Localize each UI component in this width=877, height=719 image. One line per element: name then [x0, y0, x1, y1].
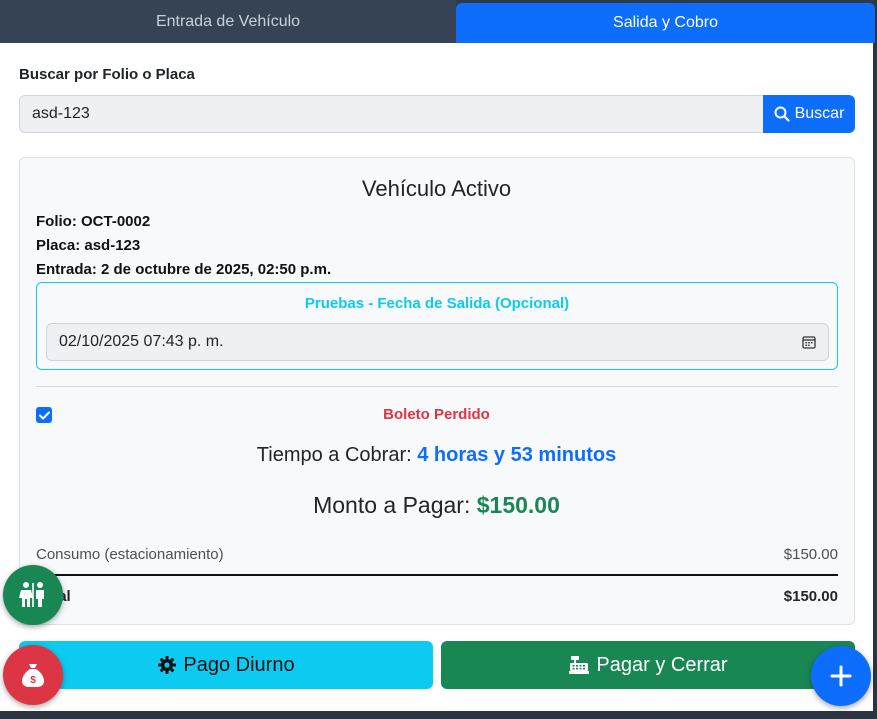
- app-window: Entrada de Vehículo Salida y Cobro Busca…: [0, 0, 875, 711]
- gear-icon: [158, 656, 177, 674]
- total-row: Total $150.00: [36, 588, 838, 605]
- search-button[interactable]: Buscar: [763, 95, 855, 133]
- time-to-charge: Tiempo a Cobrar: 4 horas y 53 minutos: [0, 444, 873, 467]
- total-value: $150.00: [783, 588, 838, 605]
- test-exit-date-box: Pruebas - Fecha de Salida (Opcional) 02/…: [36, 282, 838, 370]
- time-label: Tiempo a Cobrar:: [256, 444, 412, 466]
- amount-value: $150.00: [476, 492, 560, 518]
- total-separator: [36, 574, 838, 576]
- restroom-fab-button[interactable]: [3, 565, 63, 625]
- plus-icon: [830, 665, 852, 687]
- consumo-value: $150.00: [783, 546, 838, 563]
- money-fab-button[interactable]: $: [3, 645, 63, 705]
- vehicle-folio: Folio: OCT-0002: [36, 213, 151, 230]
- lost-ticket-label: Boleto Perdido: [383, 406, 490, 423]
- vehicle-title: Vehículo Activo: [361, 176, 512, 201]
- tab-entrada[interactable]: Entrada de Vehículo: [0, 0, 456, 43]
- exit-date-input[interactable]: 02/10/2025 07:43 p. m.: [46, 323, 829, 361]
- amount-label: Monto a Pagar:: [313, 492, 471, 518]
- add-fab-button[interactable]: [811, 646, 871, 706]
- pago-diurno-button[interactable]: Pago Diurno: [19, 641, 433, 689]
- search-icon: [774, 106, 790, 122]
- calendar-icon[interactable]: [802, 335, 816, 349]
- pagar-cerrar-button[interactable]: Pagar y Cerrar: [441, 641, 855, 689]
- svg-text:$: $: [30, 675, 36, 686]
- vehicle-placa: Placa: asd-123: [36, 237, 141, 254]
- tab-salida[interactable]: Salida y Cobro: [456, 3, 875, 43]
- consumo-row: Consumo (estacionamiento) $150.00: [36, 546, 838, 563]
- time-value: 4 horas y 53 minutos: [417, 444, 617, 466]
- pagar-cerrar-label: Pagar y Cerrar: [596, 653, 728, 676]
- tab-bar: Entrada de Vehículo Salida y Cobro: [0, 0, 875, 43]
- vehicle-entrada: Entrada: 2 de octubre de 2025, 02:50 p.m…: [36, 261, 332, 278]
- money-bag-icon: $: [22, 664, 44, 687]
- exit-date-value: 02/10/2025 07:43 p. m.: [59, 333, 224, 350]
- consumo-label: Consumo (estacionamiento): [36, 546, 224, 563]
- pago-diurno-label: Pago Diurno: [183, 653, 295, 676]
- cash-register-icon: [569, 656, 590, 674]
- search-label: Buscar por Folio o Placa: [19, 66, 195, 83]
- test-title: Pruebas - Fecha de Salida (Opcional): [304, 295, 570, 312]
- search-row: Buscar: [19, 95, 855, 133]
- amount-to-pay: Monto a Pagar: $150.00: [0, 492, 873, 519]
- restroom-icon: [19, 582, 44, 607]
- search-input[interactable]: [19, 95, 763, 133]
- divider: [36, 386, 838, 387]
- search-button-label: Buscar: [794, 105, 845, 122]
